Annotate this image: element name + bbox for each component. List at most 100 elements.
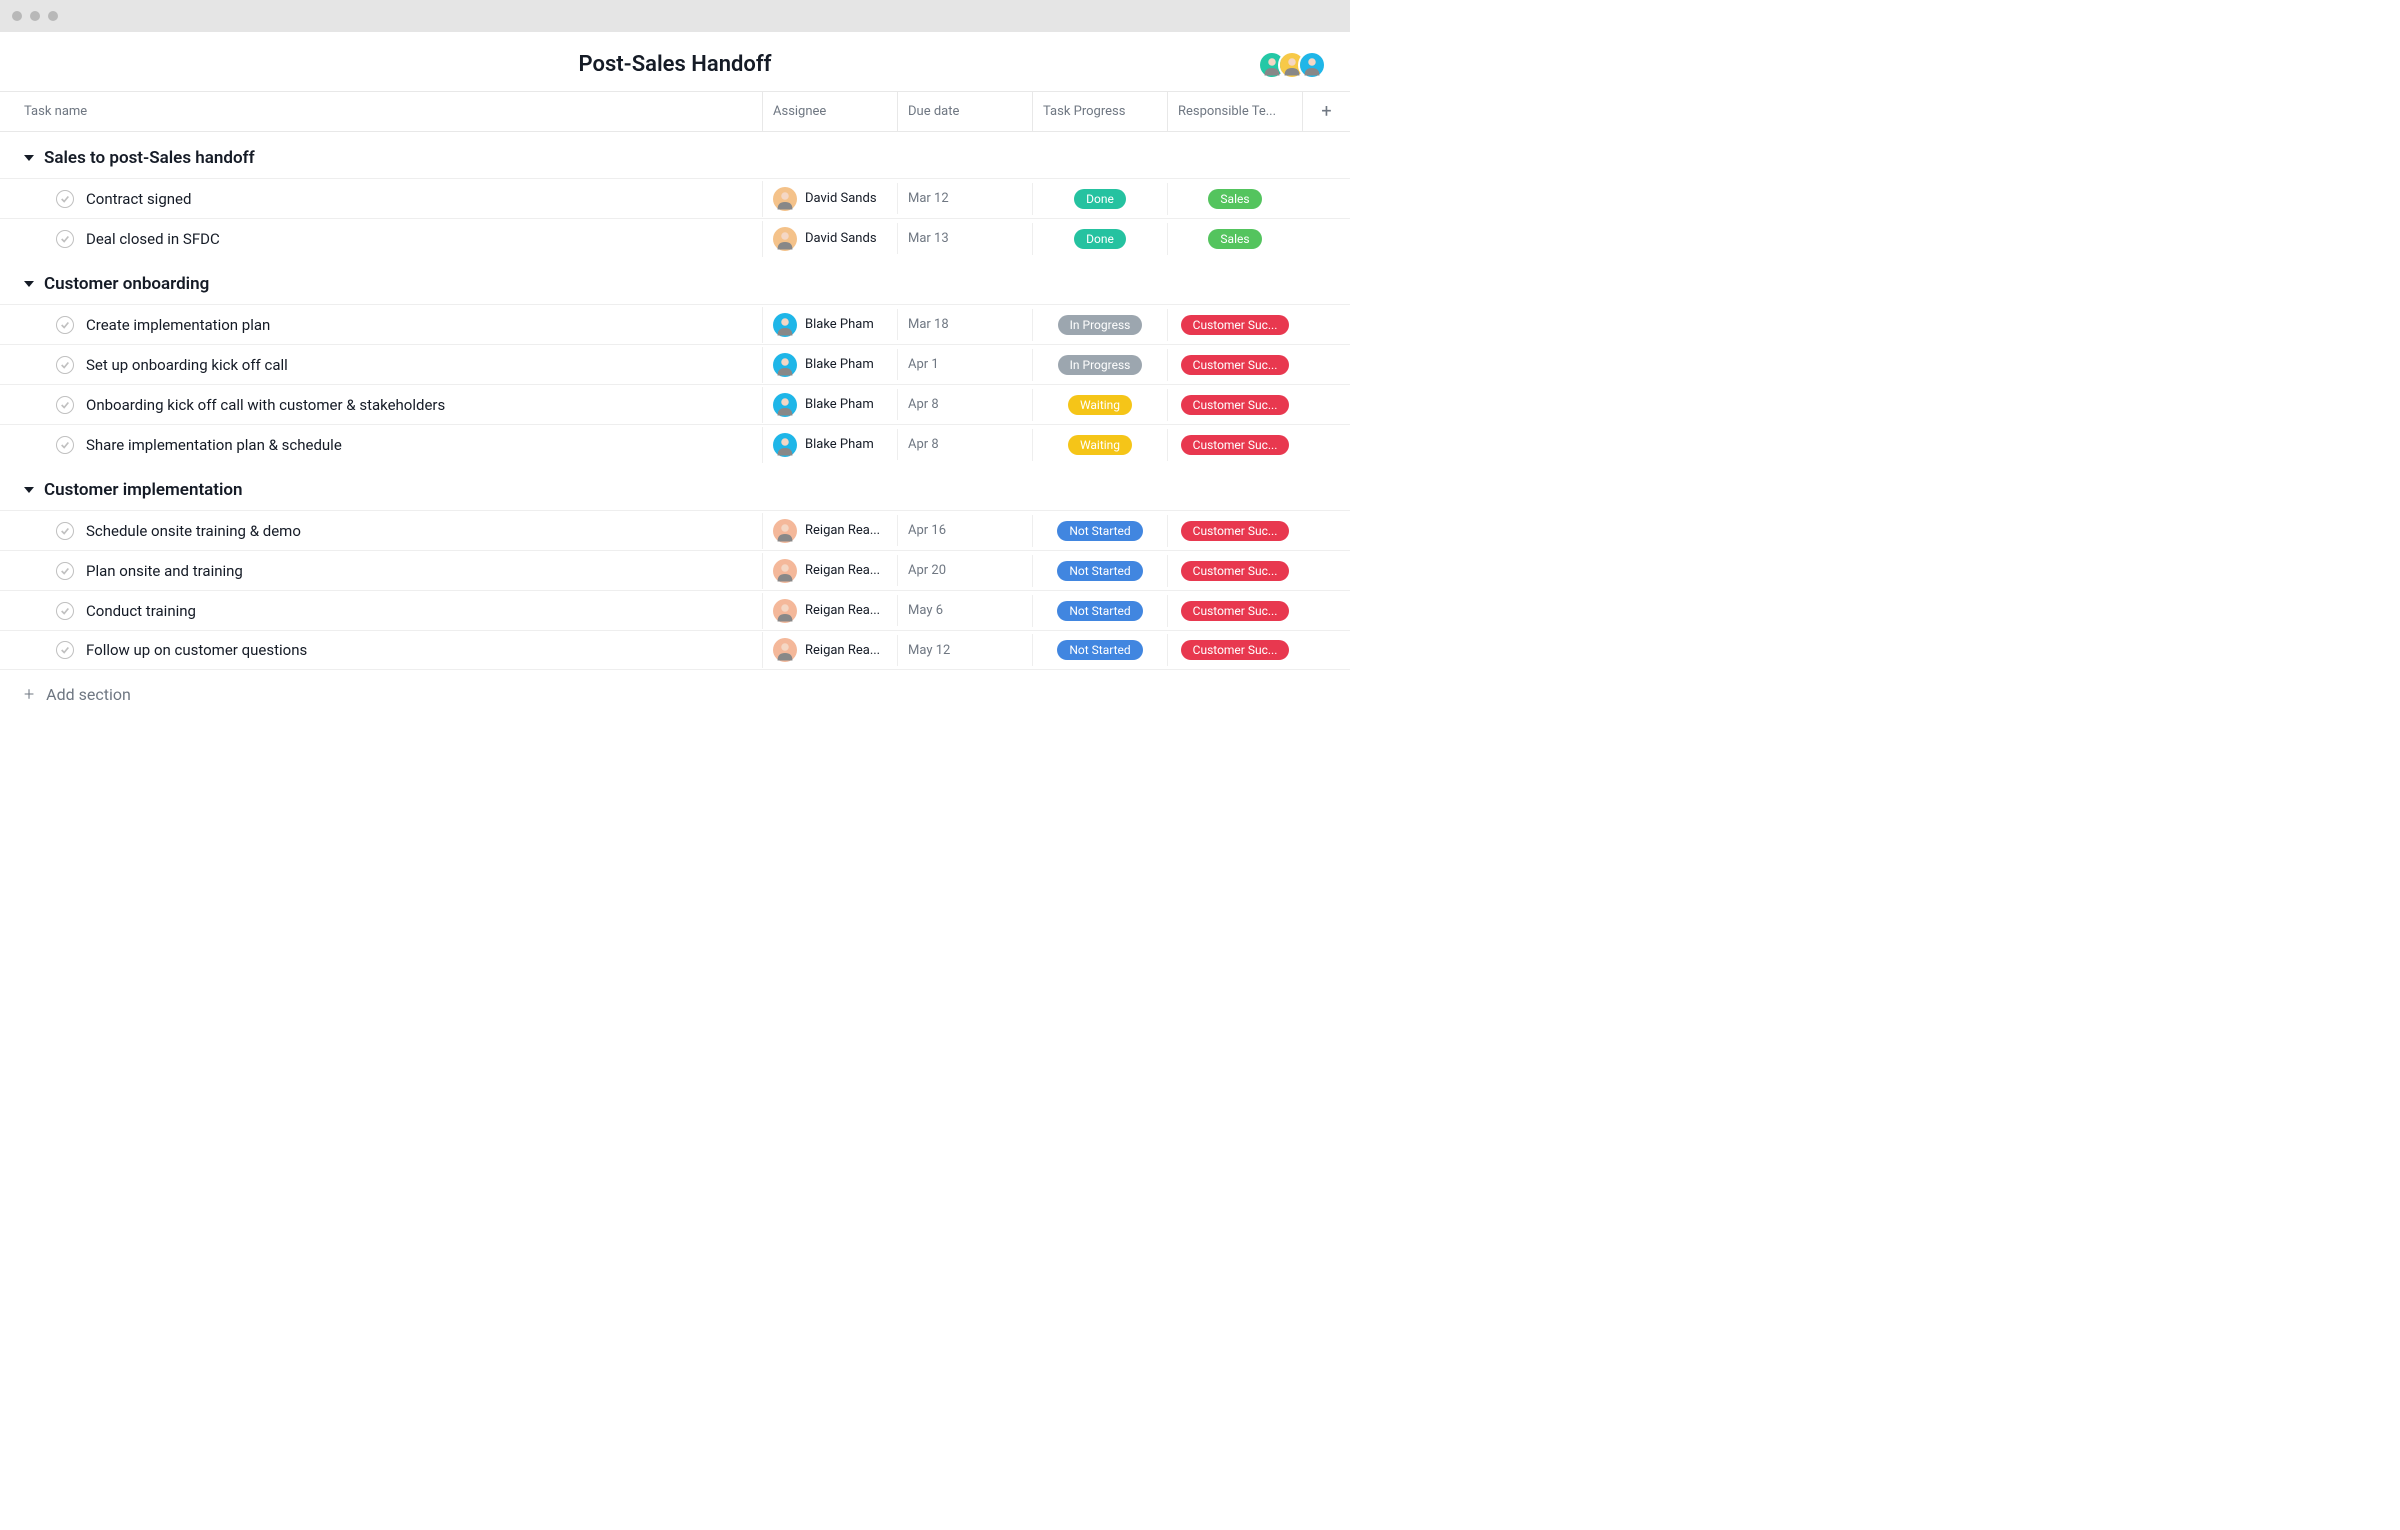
assignee-cell[interactable]: David Sands [762,181,897,217]
col-header-task[interactable]: Task name [0,92,762,131]
complete-check-icon[interactable] [56,602,74,620]
task-name-cell[interactable]: Follow up on customer questions [0,633,762,667]
task-row[interactable]: Schedule onsite training & demoReigan Re… [0,510,1350,550]
col-header-progress[interactable]: Task Progress [1032,92,1167,131]
complete-check-icon[interactable] [56,641,74,659]
window-titlebar [0,0,1350,32]
window-min-dot[interactable] [30,11,40,21]
progress-cell[interactable]: Done [1032,223,1167,255]
team-cell[interactable]: Customer Suc... [1167,429,1302,461]
assignee-name: Reigan Rea... [805,643,880,658]
team-pill: Customer Suc... [1181,435,1290,455]
assignee-avatar [773,559,797,583]
progress-cell[interactable]: Waiting [1032,429,1167,461]
task-row[interactable]: Conduct training Reigan Rea...May 6Not St… [0,590,1350,630]
complete-check-icon[interactable] [56,562,74,580]
task-name-cell[interactable]: Plan onsite and training [0,554,762,588]
task-name-cell[interactable]: Deal closed in SFDC [0,222,762,256]
due-date-cell[interactable]: Mar 18 [897,309,1032,340]
assignee-name: David Sands [805,191,877,206]
team-pill: Customer Suc... [1181,640,1290,660]
section-header[interactable]: Customer onboarding [0,258,1350,304]
team-cell[interactable]: Customer Suc... [1167,309,1302,341]
team-cell[interactable]: Customer Suc... [1167,555,1302,587]
complete-check-icon[interactable] [56,396,74,414]
team-cell[interactable]: Customer Suc... [1167,389,1302,421]
complete-check-icon[interactable] [56,356,74,374]
task-name: Conduct training [86,602,196,620]
member-avatar[interactable] [1298,51,1326,79]
task-name-cell[interactable]: Conduct training [0,594,762,628]
progress-cell[interactable]: In Progress [1032,349,1167,381]
task-row[interactable]: Set up onboarding kick off call Blake Pha… [0,344,1350,384]
assignee-cell[interactable]: David Sands [762,221,897,257]
assignee-cell[interactable]: Reigan Rea... [762,513,897,549]
progress-pill: Waiting [1068,395,1132,415]
team-cell[interactable]: Customer Suc... [1167,634,1302,666]
window-max-dot[interactable] [48,11,58,21]
section-header[interactable]: Customer implementation [0,464,1350,510]
complete-check-icon[interactable] [56,230,74,248]
progress-cell[interactable]: Waiting [1032,389,1167,421]
assignee-name: Blake Pham [805,357,874,372]
progress-cell[interactable]: Not Started [1032,634,1167,666]
team-cell[interactable]: Customer Suc... [1167,595,1302,627]
task-name-cell[interactable]: Share implementation plan & schedule [0,428,762,462]
add-column-button[interactable]: + [1302,92,1350,131]
assignee-avatar [773,187,797,211]
task-row[interactable]: Contract signed David Sands Mar 12DoneSale… [0,178,1350,218]
add-section-button[interactable]: + Add section [0,670,1350,719]
team-cell[interactable]: Customer Suc... [1167,515,1302,547]
assignee-name: Reigan Rea... [805,563,880,578]
progress-cell[interactable]: In Progress [1032,309,1167,341]
due-date-cell[interactable]: Apr 8 [897,389,1032,420]
complete-check-icon[interactable] [56,436,74,454]
col-header-due[interactable]: Due date [897,92,1032,131]
due-date-cell[interactable]: Apr 16 [897,515,1032,546]
assignee-cell[interactable]: Blake Pham [762,427,897,463]
col-header-team[interactable]: Responsible Te... [1167,92,1302,131]
complete-check-icon[interactable] [56,190,74,208]
app-window: Post-Sales Handoff Task name Assignee Du… [0,0,1350,719]
assignee-cell[interactable]: Reigan Rea... [762,632,897,668]
progress-cell[interactable]: Not Started [1032,515,1167,547]
due-date-cell[interactable]: Apr 20 [897,555,1032,586]
task-row[interactable]: Deal closed in SFDCDavid SandsMar 13Done… [0,218,1350,258]
progress-cell[interactable]: Not Started [1032,595,1167,627]
team-cell[interactable]: Customer Suc... [1167,349,1302,381]
section-header[interactable]: Sales to post-Sales handoff [0,132,1350,178]
assignee-cell[interactable]: Blake Pham [762,347,897,383]
due-date-cell[interactable]: Apr 8 [897,429,1032,460]
project-members[interactable] [1266,51,1326,79]
task-row[interactable]: Onboarding kick off call with customer &… [0,384,1350,424]
caret-down-icon [24,155,34,161]
due-date-cell[interactable]: Apr 1 [897,349,1032,380]
due-date-cell[interactable]: Mar 13 [897,223,1032,254]
progress-cell[interactable]: Not Started [1032,555,1167,587]
team-cell[interactable]: Sales [1167,223,1302,255]
task-name-cell[interactable]: Schedule onsite training & demo [0,514,762,548]
window-close-dot[interactable] [12,11,22,21]
task-row[interactable]: Create implementation planBlake PhamMar … [0,304,1350,344]
task-row[interactable]: Plan onsite and training Reigan Rea... Apr… [0,550,1350,590]
assignee-cell[interactable]: Blake Pham [762,387,897,423]
task-name-cell[interactable]: Create implementation plan [0,308,762,342]
task-name-cell[interactable]: Onboarding kick off call with customer &… [0,388,762,422]
assignee-cell[interactable]: Reigan Rea... [762,593,897,629]
task-row[interactable]: Share implementation plan & scheduleBlak… [0,424,1350,464]
assignee-cell[interactable]: Blake Pham [762,307,897,343]
task-row[interactable]: Follow up on customer questions Reigan Re… [0,630,1350,670]
progress-cell[interactable]: Done [1032,183,1167,215]
col-header-assignee[interactable]: Assignee [762,92,897,131]
complete-check-icon[interactable] [56,316,74,334]
due-date-cell[interactable]: May 12 [897,635,1032,666]
assignee-avatar [773,353,797,377]
due-date-cell[interactable]: Mar 12 [897,183,1032,214]
project-title: Post-Sales Handoff [579,52,772,77]
team-cell[interactable]: Sales [1167,183,1302,215]
complete-check-icon[interactable] [56,522,74,540]
assignee-cell[interactable]: Reigan Rea... [762,553,897,589]
task-name-cell[interactable]: Contract signed [0,182,762,216]
due-date-cell[interactable]: May 6 [897,595,1032,626]
task-name-cell[interactable]: Set up onboarding kick off call [0,348,762,382]
